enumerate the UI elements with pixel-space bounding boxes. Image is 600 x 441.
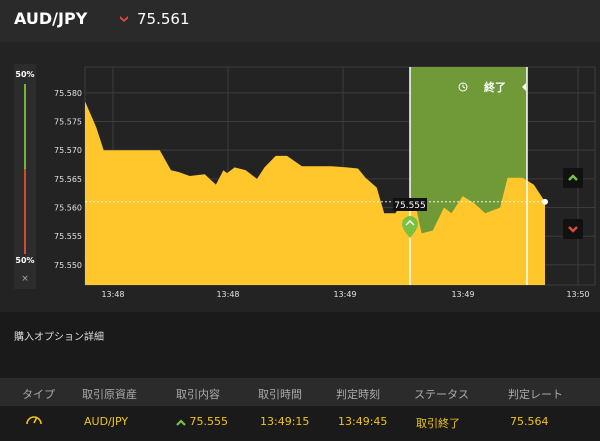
row-judge-time: 13:49:45	[338, 415, 388, 428]
y-axis-ticks: 75.580 75.575 75.570 75.565 75.560 75.555 75.5…	[54, 89, 82, 270]
current-rate-marker	[542, 198, 548, 205]
col-asset: 取引原資産	[82, 388, 137, 401]
x-tick-label: 13:48	[216, 290, 239, 299]
x-axis-ticks: 13:48 13:48 13:49 13:49 13:50	[101, 290, 589, 299]
entry-label: 75.555	[394, 201, 426, 211]
details-title: 購入オプション詳細	[14, 332, 104, 343]
down-arrow-icon	[120, 16, 128, 22]
col-type: タイプ	[22, 388, 55, 401]
row-content: 75.555	[176, 415, 228, 428]
x-tick-label: 13:48	[101, 290, 124, 299]
col-judge-time: 判定時刻	[336, 388, 380, 401]
high-button[interactable]	[563, 168, 583, 188]
y-tick-label: 75.575	[54, 118, 82, 127]
x-tick-label: 13:50	[566, 290, 589, 299]
gauge-icon	[24, 411, 44, 430]
col-status: ステータス	[414, 388, 469, 401]
low-button[interactable]	[563, 219, 583, 239]
y-tick-label: 75.560	[54, 204, 82, 213]
row-judge-rate: 75.564	[510, 415, 549, 428]
col-time: 取引時間	[258, 388, 302, 401]
y-tick-label: 75.580	[54, 89, 82, 98]
row-status: 取引終了	[416, 417, 460, 430]
row-asset: AUD/JPY	[84, 415, 129, 428]
down-arrow-icon	[568, 226, 578, 233]
y-tick-label: 75.570	[54, 146, 82, 155]
x-tick-label: 13:49	[333, 290, 356, 299]
currency-pair: AUD/JPY	[14, 9, 88, 28]
top-bar: AUD/JPY 75.561	[0, 0, 600, 42]
x-tick-label: 13:49	[451, 290, 474, 299]
up-arrow-icon	[568, 174, 578, 181]
col-content: 取引内容	[176, 388, 220, 401]
price-chart: 75.580 75.575 75.570 75.565 75.560 75.555 75.5…	[54, 66, 596, 299]
up-arrow-icon	[176, 419, 186, 426]
current-rate: 75.561	[137, 10, 190, 28]
row-content-value: 75.555	[189, 415, 229, 428]
end-label: 終了	[484, 80, 506, 94]
col-judge-rate: 判定レート	[508, 388, 563, 401]
y-tick-label: 75.555	[54, 232, 82, 241]
row-trade-time: 13:49:15	[260, 415, 310, 428]
y-tick-label: 75.550	[54, 261, 82, 270]
y-tick-label: 75.565	[54, 175, 82, 184]
